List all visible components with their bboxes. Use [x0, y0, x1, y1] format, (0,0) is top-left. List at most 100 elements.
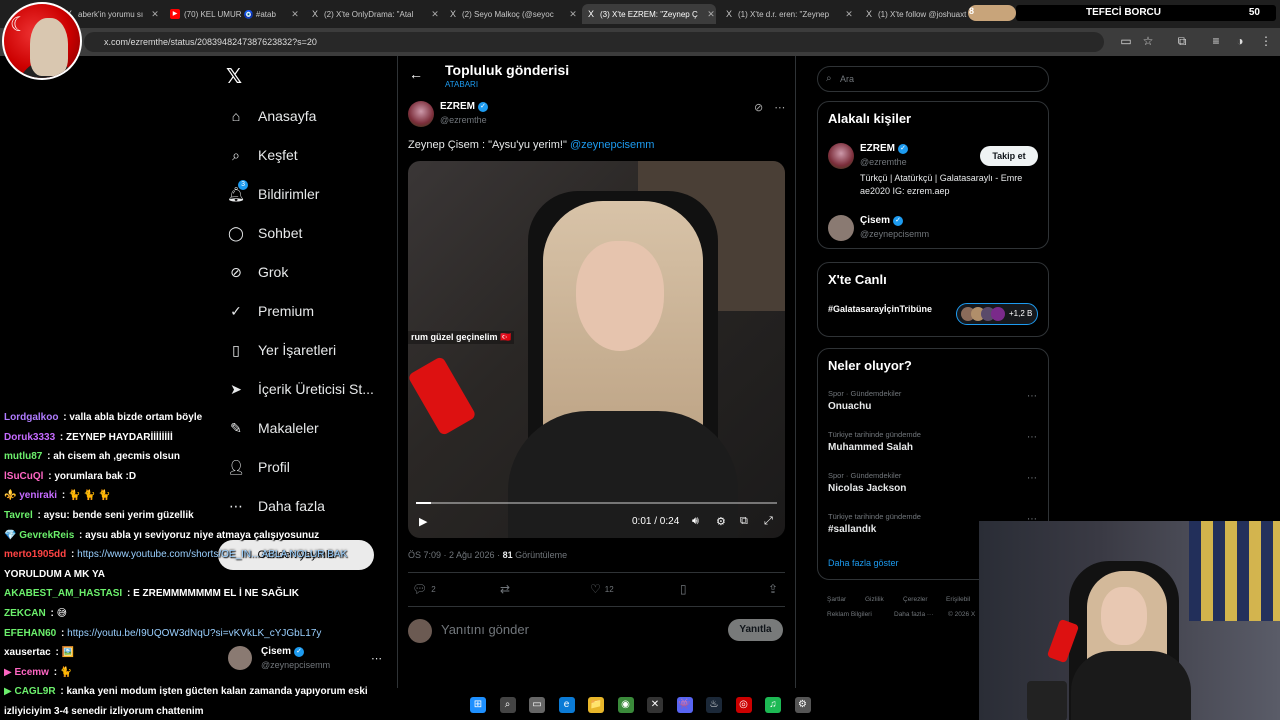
tab-title: (3) X'te EZREM: "Zeynep Ç	[600, 9, 698, 19]
post-timestamp[interactable]: ÖS 7:09 · 2 Ağu 2026 ·	[408, 550, 503, 560]
close-icon[interactable]: ✕	[290, 9, 300, 20]
author-avatar[interactable]	[408, 101, 434, 127]
taskbar-app-icon[interactable]: ◎	[735, 697, 752, 713]
taskbar-app-icon[interactable]: ⊞	[470, 697, 486, 713]
chat-link[interactable]: https://youtu.be/I9UQOW3dNqU?si=vKVkLK_c…	[67, 628, 321, 639]
sidebar-item[interactable]: ➤ İçerik Üreticisi St...	[226, 375, 374, 403]
profile-icon[interactable]: ◑	[1232, 33, 1248, 49]
sidebar-item[interactable]: ◯ Sohbet	[226, 219, 302, 247]
taskbar-app-icon[interactable]: ♨	[706, 697, 722, 713]
sidebar-item[interactable]: ✎ Makaleler	[226, 414, 319, 442]
browser-tab[interactable]: X (2) X'te OnlyDrama: "Atal ✕	[306, 4, 440, 24]
taskbar-app-icon[interactable]: 👾	[676, 697, 693, 713]
live-hashtag[interactable]: #GalatasarayİçinTribüne	[828, 303, 946, 315]
bell-icon: 🔔︎ 3	[226, 180, 248, 204]
live-pill[interactable]: +1,2 B	[956, 303, 1038, 325]
person-avatar[interactable]	[828, 215, 854, 241]
bookmark-action[interactable]: ▯	[680, 582, 687, 596]
close-icon[interactable]: ✕	[150, 9, 160, 20]
fullscreen-icon[interactable]: ⤢	[764, 515, 773, 528]
taskbar-app-icon[interactable]: ◉	[617, 697, 634, 713]
search-input[interactable]: ⌕ Ara	[817, 66, 1049, 92]
play-icon[interactable]: ▶	[419, 515, 427, 528]
url-field[interactable]: x.com/ezremthe/status/208394824738762383…	[84, 32, 1104, 52]
taskbar-app-icon[interactable]: ⚙	[794, 697, 811, 713]
trend-more-icon[interactable]: ⋯	[1027, 432, 1037, 443]
trend-name[interactable]: Onuachu	[828, 401, 871, 412]
browser-tab[interactable]: X (2) Seyo Malkoç (@seyoc ✕	[444, 4, 578, 24]
reply-input[interactable]: Yanıtını gönder	[441, 622, 529, 637]
footer-link[interactable]: Daha fazla ···	[894, 611, 933, 618]
trend-more-icon[interactable]: ⋯	[1027, 473, 1037, 484]
video-progress-bar[interactable]	[416, 502, 777, 504]
browser-tab[interactable]: X (3) X'te EZREM: "Zeynep Ç ✕	[582, 4, 716, 24]
sidebar-item[interactable]: ▯ Yer İşaretleri	[226, 336, 336, 364]
follow-button[interactable]: Takip et	[980, 146, 1038, 166]
settings-icon[interactable]: ⚙	[716, 515, 726, 528]
footer-link[interactable]: Erişilebil	[946, 596, 970, 603]
chat-separator: :	[58, 627, 68, 639]
bookmark-star-icon[interactable]: ☆	[1140, 33, 1156, 49]
author-handle[interactable]: @ezremthe	[440, 115, 487, 125]
pip-icon[interactable]: ⧉	[740, 515, 748, 528]
sidebar-item[interactable]: ✓ Premium	[226, 297, 314, 325]
sidebar-item[interactable]: ⊘ Grok	[226, 258, 288, 286]
taskbar-app-icon[interactable]: ✕	[647, 697, 663, 713]
trend-name[interactable]: Muhammed Salah	[828, 442, 913, 453]
sidebar-item[interactable]: ⋯ Daha fazla	[226, 492, 325, 520]
taskbar-app-icon[interactable]: 📁	[588, 697, 604, 713]
chat-link[interactable]: https://www.youtube.com/shorts/OE_IN... …	[77, 549, 347, 560]
volume-icon[interactable]: 🔊︎	[692, 515, 699, 528]
taskbar-app-icon[interactable]: ⌕	[499, 697, 516, 713]
sidebar-item[interactable]: 🔔︎ 3 Bildirimler	[226, 180, 319, 208]
taskbar-app-icon[interactable]: ▭	[529, 697, 545, 713]
reading-list-icon[interactable]: ≡	[1208, 33, 1224, 49]
account-more-icon[interactable]: ⋯	[371, 652, 382, 665]
footer-link[interactable]: © 2026 X	[948, 611, 975, 618]
person-avatar[interactable]	[828, 143, 854, 169]
footer-link[interactable]: Reklam Bilgileri	[827, 611, 872, 618]
account-avatar[interactable]	[228, 646, 252, 670]
taskbar-app-icon[interactable]: ♫	[765, 697, 781, 713]
close-icon[interactable]: ✕	[706, 9, 716, 20]
footer-link[interactable]: Çerezler	[903, 596, 928, 603]
trend-more-icon[interactable]: ⋯	[1027, 391, 1037, 402]
browser-tab[interactable]: ▶ (70) KEL UMUR 🧿 #atab ✕	[166, 4, 300, 24]
account-name[interactable]: Çisem ✓	[261, 646, 305, 657]
sidebar-item[interactable]: 👤︎ Profil	[226, 453, 290, 481]
person-handle[interactable]: @zeynepcisemm	[860, 229, 929, 239]
repost-action[interactable]: ⇄	[500, 582, 510, 596]
extensions-icon[interactable]: ⧉	[1174, 33, 1190, 49]
sidebar-item[interactable]: ⌂ Anasayfa	[226, 102, 317, 130]
reply-action[interactable]: 💬︎ 2	[412, 582, 436, 596]
footer-link[interactable]: Gizlilik	[865, 596, 884, 603]
show-more-link[interactable]: Daha fazla göster	[828, 558, 899, 568]
trend-name[interactable]: Nicolas Jackson	[828, 483, 906, 494]
like-action[interactable]: ♡ 12	[590, 582, 614, 596]
grok-icon[interactable]: ⊘	[754, 102, 763, 114]
reply-button[interactable]: Yanıtla	[728, 619, 783, 641]
x-logo[interactable]: 𝕏	[226, 64, 242, 89]
person-name[interactable]: Çisem ✓	[860, 215, 904, 226]
mention-link[interactable]: @zeynepcisemm	[570, 139, 655, 151]
community-link[interactable]: ATABARI	[445, 80, 478, 89]
icon-glyph: ⌂	[231, 108, 241, 124]
video-player[interactable]: rum güzel geçinelim 🇹🇷 ▶ 0:01 / 0:24 🔊︎ …	[408, 161, 785, 538]
person-name[interactable]: EZREM ✓	[860, 143, 908, 154]
browser-tab[interactable]: X (1) X'te d.r. eren: "Zeynep ✕	[720, 4, 854, 24]
trend-name[interactable]: #sallandık	[828, 524, 876, 535]
menu-icon[interactable]: ⋮	[1258, 33, 1274, 49]
footer-link[interactable]: Şartlar	[827, 596, 846, 603]
author-name[interactable]: EZREM ✓	[440, 101, 488, 112]
cast-icon[interactable]: ▭	[1118, 33, 1134, 49]
sidebar-item[interactable]: ⌕ Keşfet	[226, 141, 298, 169]
close-icon[interactable]: ✕	[844, 9, 854, 20]
chat-separator: :	[60, 412, 70, 423]
person-handle[interactable]: @ezremthe	[860, 157, 907, 167]
back-arrow-icon[interactable]: ←	[409, 66, 423, 82]
share-action[interactable]: ⇪	[768, 582, 778, 596]
taskbar-app-icon[interactable]: e	[558, 697, 575, 713]
close-icon[interactable]: ✕	[430, 9, 440, 20]
post-more-icon[interactable]: ⋯	[774, 102, 785, 114]
close-icon[interactable]: ✕	[568, 9, 578, 20]
